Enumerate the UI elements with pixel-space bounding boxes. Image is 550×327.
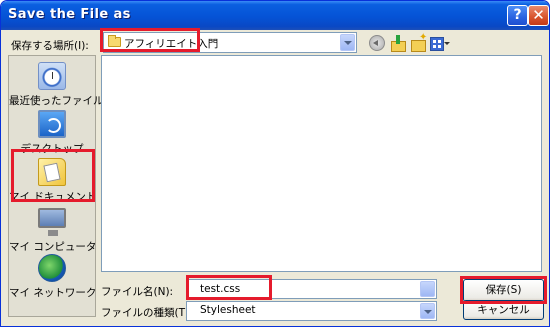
- folder-icon: [108, 35, 121, 47]
- save-in-label: 保存する場所(I):: [11, 40, 89, 52]
- my-network-icon: [38, 254, 66, 282]
- file-list[interactable]: [101, 55, 542, 272]
- place-label: 最近使ったファイル: [9, 95, 104, 107]
- filename-field[interactable]: test.css: [186, 279, 437, 299]
- place-label: デスクトップ: [20, 143, 84, 155]
- filetype-label: ファイルの種類(T):: [101, 307, 193, 319]
- place-label: マイ コンピュータ: [9, 241, 97, 253]
- title-bar[interactable]: Save the File as ? ✕: [1, 1, 549, 30]
- place-label: マイ ドキュメント: [9, 191, 97, 203]
- save-button[interactable]: 保存(S): [463, 279, 544, 302]
- chevron-down-icon[interactable]: [340, 34, 355, 51]
- back-icon[interactable]: [369, 35, 385, 51]
- chevron-down-icon[interactable]: [420, 281, 435, 297]
- window-title: Save the File as: [8, 7, 131, 22]
- save-in-dropdown[interactable]: アフィリエイト入門: [103, 32, 357, 53]
- save-in-value: アフィリエイト入門: [124, 38, 219, 50]
- my-documents-icon: [38, 158, 66, 186]
- place-my-computer[interactable]: マイ コンピュータ: [9, 208, 97, 254]
- chevron-down-icon[interactable]: [420, 303, 435, 319]
- place-desktop[interactable]: デスクトップ: [9, 110, 95, 156]
- desktop-icon: [38, 110, 66, 138]
- save-dialog: Save the File as ? ✕ 保存する場所(I): アフィリエイト入…: [0, 0, 550, 327]
- filename-value: test.css: [200, 283, 241, 295]
- place-my-network[interactable]: マイ ネットワーク: [9, 254, 97, 300]
- help-button[interactable]: ?: [507, 5, 528, 26]
- close-button[interactable]: ✕: [528, 5, 549, 26]
- view-menu-icon[interactable]: [429, 35, 450, 51]
- place-my-documents[interactable]: マイ ドキュメント: [9, 158, 97, 204]
- filetype-dropdown[interactable]: Stylesheet: [186, 301, 437, 321]
- place-recent[interactable]: 最近使ったファイル: [9, 62, 104, 108]
- recent-icon: [38, 62, 66, 90]
- new-folder-icon[interactable]: [410, 32, 427, 52]
- cancel-button[interactable]: キャンセル: [463, 300, 544, 320]
- filetype-value: Stylesheet: [200, 304, 256, 316]
- my-computer-icon: [38, 208, 66, 236]
- up-folder-icon[interactable]: [390, 35, 406, 52]
- place-label: マイ ネットワーク: [9, 287, 97, 299]
- places-bar: 最近使ったファイル デスクトップ マイ ドキュメント マイ コンピュータ マイ …: [8, 55, 104, 317]
- filename-label: ファイル名(N):: [101, 286, 174, 298]
